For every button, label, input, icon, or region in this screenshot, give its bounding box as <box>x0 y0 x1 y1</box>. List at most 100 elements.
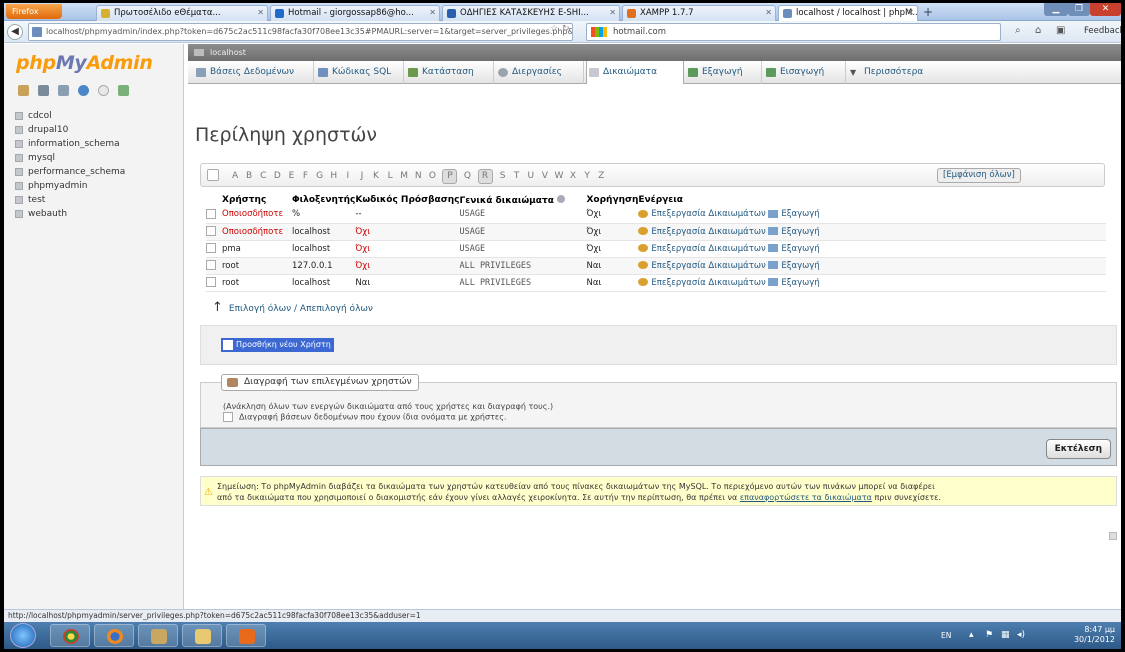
drop-databases-checkbox[interactable] <box>223 412 233 422</box>
new-tab-button[interactable]: + <box>920 6 936 20</box>
maximize-button[interactable]: ❐ <box>1068 3 1090 16</box>
add-user-link[interactable]: Προσθήκη νέου Χρήστη <box>221 338 334 352</box>
tab-privileges[interactable]: Δικαιώματα <box>586 61 684 84</box>
letter-link-p[interactable]: P <box>442 168 458 184</box>
database-item[interactable]: cdcol <box>4 109 182 123</box>
letter-link-w[interactable]: W <box>552 171 566 181</box>
letter-link-t[interactable]: T <box>510 171 524 181</box>
column-grant[interactable]: Χορήγηση <box>586 194 638 206</box>
letter-link-j[interactable]: J <box>355 171 369 181</box>
row-checkbox[interactable] <box>206 260 216 271</box>
letter-link-h[interactable]: H <box>327 171 341 181</box>
close-icon[interactable]: ✕ <box>765 6 772 20</box>
letter-link-e[interactable]: E <box>284 171 298 181</box>
database-item[interactable]: test <box>4 193 182 207</box>
show-all-button[interactable]: [Εμφάνιση όλων] <box>937 168 1021 183</box>
database-item[interactable]: performance_schema <box>4 165 182 179</box>
letter-link-g[interactable]: G <box>313 171 327 181</box>
start-button[interactable] <box>10 623 36 648</box>
tab-1[interactable]: Πρωτοσέλιδο eΘέματα... ✕ <box>96 5 268 21</box>
tab-2[interactable]: Hotmail - giorgossap86@ho... ✕ <box>270 5 440 21</box>
export-link[interactable]: Εξαγωγή <box>768 244 820 254</box>
back-button[interactable]: ◀ <box>7 24 23 40</box>
check-all-link[interactable]: ↑ Επιλογή όλων / Απεπιλογή όλων <box>212 300 373 315</box>
taskbar-app-chrome[interactable] <box>50 624 90 647</box>
taskbar-app-firefox[interactable] <box>94 624 134 647</box>
tab-5-active[interactable]: localhost / localhost | phpM... ✕ <box>778 5 918 21</box>
letter-link-v[interactable]: V <box>538 171 552 181</box>
tab-processes[interactable]: Διεργασίες <box>496 61 584 84</box>
close-icon[interactable]: ✕ <box>907 6 914 20</box>
tray-arrow-icon[interactable]: ▴ <box>969 630 974 640</box>
tab-4[interactable]: XAMPP 1.7.7 ✕ <box>622 5 776 21</box>
letter-link-q[interactable]: Q <box>460 171 474 181</box>
console-toggle-icon[interactable] <box>1109 532 1117 540</box>
help-icon[interactable] <box>557 194 566 203</box>
database-item[interactable]: information_schema <box>4 137 182 151</box>
edit-privileges-link[interactable]: Επεξεργασία Δικαιωμάτων <box>638 209 766 219</box>
column-global-privileges[interactable]: Γενικά δικαιώματα <box>459 194 586 206</box>
window-close-button[interactable]: ✕ <box>1090 3 1121 16</box>
home-icon[interactable] <box>18 85 29 96</box>
database-item[interactable]: drupal10 <box>4 123 182 137</box>
help-icon[interactable] <box>98 85 109 96</box>
letter-link-b[interactable]: B <box>242 171 256 181</box>
close-icon[interactable]: ✕ <box>257 6 264 20</box>
row-checkbox[interactable] <box>206 209 216 219</box>
search-bar[interactable]: hotmail.com <box>586 23 1001 41</box>
drop-databases-option[interactable]: Διαγραφή βάσεων δεδομένων που έχουν ίδια… <box>223 412 506 422</box>
search-icon[interactable]: ⌕ <box>1015 25 1021 36</box>
close-icon[interactable]: ✕ <box>609 6 616 20</box>
network-icon[interactable]: ▦ <box>1001 630 1010 640</box>
reload-icon[interactable]: ↻ <box>562 24 570 34</box>
close-icon[interactable]: ✕ <box>429 6 436 20</box>
edit-privileges-link[interactable]: Επεξεργασία Δικαιωμάτων <box>638 244 766 254</box>
letter-link-u[interactable]: U <box>524 171 538 181</box>
tab-sql[interactable]: Κώδικας SQL <box>316 61 404 84</box>
language-indicator[interactable]: EN <box>941 631 951 640</box>
letter-link-f[interactable]: F <box>298 171 312 181</box>
letter-link-o[interactable]: O <box>425 171 439 181</box>
minimize-button[interactable]: ▁ <box>1044 3 1068 16</box>
tab-export[interactable]: Εξαγωγή <box>686 61 762 84</box>
column-user[interactable]: Χρήστης <box>222 194 292 206</box>
export-link[interactable]: Εξαγωγή <box>768 261 820 271</box>
letter-link-c[interactable]: C <box>256 171 270 181</box>
query-window-icon[interactable] <box>58 85 69 96</box>
settings-icon[interactable] <box>118 85 129 96</box>
letter-link-l[interactable]: L <box>383 171 397 181</box>
edit-privileges-link[interactable]: Επεξεργασία Δικαιωμάτων <box>638 261 766 271</box>
bookmark-star-icon[interactable]: ☆ <box>550 24 558 34</box>
addon-icon[interactable]: ▣ <box>1056 25 1065 36</box>
database-item[interactable]: phpmyadmin <box>4 179 182 193</box>
tab-3[interactable]: ΟΔΗΓΙΕΣ ΚΑΤΑΣΚΕΥΗΣ Ε-SHI... ✕ <box>442 5 620 21</box>
export-link[interactable]: Εξαγωγή <box>768 278 820 288</box>
feedback-button[interactable]: Feedback <box>1084 26 1121 36</box>
taskbar-app-xampp[interactable] <box>226 624 266 647</box>
flag-icon[interactable]: ⚑ <box>985 630 993 640</box>
execute-button[interactable]: Εκτέλεση <box>1045 439 1111 459</box>
column-host[interactable]: Φιλοξενητής <box>292 194 355 206</box>
taskbar-app-files[interactable] <box>182 624 222 647</box>
tab-import[interactable]: Εισαγωγή <box>764 61 846 84</box>
export-link[interactable]: Εξαγωγή <box>768 209 820 219</box>
letter-link-i[interactable]: I <box>341 171 355 181</box>
logout-icon[interactable] <box>38 85 49 96</box>
url-bar[interactable]: localhost/phpmyadmin/index.php?token=d67… <box>28 23 573 41</box>
phpmyadmin-logo[interactable]: phpMyAdmin <box>16 52 153 74</box>
letter-link-x[interactable]: X <box>566 171 580 181</box>
letter-link-y[interactable]: Y <box>580 171 594 181</box>
home-icon[interactable]: ⌂ <box>1035 25 1041 36</box>
clock[interactable]: 8:47 μμ 30/1/2012 <box>1074 625 1115 645</box>
database-item[interactable]: mysql <box>4 151 182 165</box>
letter-link-a[interactable]: A <box>228 171 242 181</box>
row-checkbox[interactable] <box>206 226 216 237</box>
docs-icon[interactable] <box>78 85 89 96</box>
volume-icon[interactable]: ◂) <box>1017 630 1025 640</box>
firefox-menu-button[interactable]: Firefox <box>6 4 62 19</box>
letter-link-m[interactable]: M <box>397 171 411 181</box>
export-link[interactable]: Εξαγωγή <box>768 227 820 237</box>
letter-link-k[interactable]: K <box>369 171 383 181</box>
reload-privileges-link[interactable]: επαναφορτώσετε τα δικαιώματα <box>740 493 872 502</box>
letter-link-n[interactable]: N <box>411 171 425 181</box>
